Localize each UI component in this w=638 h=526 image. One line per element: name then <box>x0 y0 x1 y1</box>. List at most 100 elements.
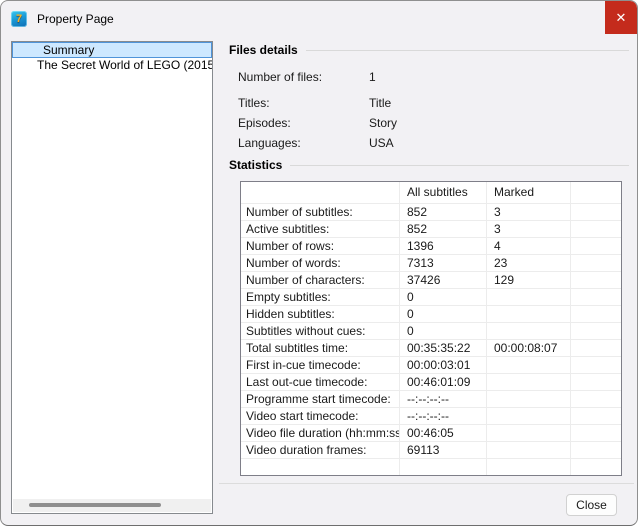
window-title: Property Page <box>37 12 114 26</box>
app-icon: 7 <box>11 11 27 27</box>
horizontal-scrollbar[interactable] <box>13 499 211 512</box>
stat-marked-value <box>486 305 570 322</box>
stat-all-subtitles-value: 00:35:35:22 <box>399 339 486 356</box>
stat-extra-cell <box>570 271 621 288</box>
stat-marked-value: 23 <box>486 254 570 271</box>
files-detail-label: Languages: <box>238 136 301 150</box>
stat-extra-cell <box>570 220 621 237</box>
stat-row-label: Active subtitles: <box>241 220 399 237</box>
stat-all-subtitles-value: 00:46:05 <box>399 424 486 441</box>
stat-marked-value <box>486 424 570 441</box>
stat-extra-cell <box>570 237 621 254</box>
files-detail-value: Story <box>369 113 397 133</box>
stat-extra-cell <box>570 322 621 339</box>
list-item[interactable]: The Secret World of LEGO (2015) EN <box>12 58 212 74</box>
files-detail-value: 1 <box>369 67 376 87</box>
stat-row-label: Video start timecode: <box>241 407 399 424</box>
stat-all-subtitles-value: 0 <box>399 288 486 305</box>
stat-all-subtitles-value: 00:00:03:01 <box>399 356 486 373</box>
property-page-dialog: 7 Property Page ✕ Summary The Secret Wor… <box>0 0 638 526</box>
statistics-rule <box>290 165 629 166</box>
stat-all-subtitles-value <box>399 458 486 475</box>
stat-marked-value: 00:00:08:07 <box>486 339 570 356</box>
stat-all-subtitles-value: --:--:--:-- <box>399 390 486 407</box>
stats-col-header-all-subtitles: All subtitles <box>399 182 486 203</box>
files-detail-label: Number of files: <box>238 70 322 84</box>
stat-row-label: Programme start timecode: <box>241 390 399 407</box>
files-details-heading: Files details <box>229 43 298 57</box>
stat-all-subtitles-value: 37426 <box>399 271 486 288</box>
stat-extra-cell <box>570 254 621 271</box>
stat-row-label: Empty subtitles: <box>241 288 399 305</box>
stat-row-label: Last out-cue timecode: <box>241 373 399 390</box>
stat-marked-value <box>486 458 570 475</box>
stat-marked-value <box>486 288 570 305</box>
stat-marked-value <box>486 441 570 458</box>
stat-marked-value <box>486 390 570 407</box>
footer-separator <box>219 483 634 484</box>
file-list[interactable]: Summary The Secret World of LEGO (2015) … <box>11 41 213 514</box>
close-icon: ✕ <box>616 11 627 24</box>
stat-extra-cell <box>570 339 621 356</box>
stats-col-header-marked: Marked <box>486 182 570 203</box>
stat-extra-cell <box>570 305 621 322</box>
files-detail-row: Titles: Title <box>238 93 628 113</box>
files-detail-label: Episodes: <box>238 116 291 130</box>
stat-marked-value <box>486 356 570 373</box>
stats-col-header-empty <box>241 182 399 203</box>
stat-all-subtitles-value: 00:46:01:09 <box>399 373 486 390</box>
stat-row-label: Number of characters: <box>241 271 399 288</box>
stat-all-subtitles-value: 852 <box>399 203 486 220</box>
list-item[interactable]: Summary <box>12 42 212 58</box>
titlebar-close-button[interactable]: ✕ <box>605 1 637 34</box>
list-item-label: Summary <box>43 43 94 57</box>
scrollbar-thumb[interactable] <box>29 503 161 507</box>
files-detail-row: Languages: USA <box>238 133 628 153</box>
app-icon-glyph: 7 <box>16 13 22 25</box>
statistics-table: All subtitles Marked Number of subtitles… <box>240 181 622 476</box>
stat-marked-value <box>486 407 570 424</box>
stat-extra-cell <box>570 407 621 424</box>
stat-marked-value <box>486 322 570 339</box>
files-detail-row: Episodes: Story <box>238 113 628 133</box>
files-details-rule <box>306 50 629 51</box>
files-detail-row: Number of files: 1 <box>238 67 628 87</box>
stat-extra-cell <box>570 458 621 475</box>
files-detail-value: Title <box>369 93 391 113</box>
files-details-rows: Number of files: 1 Titles: Title Episode… <box>238 67 628 153</box>
stat-row-label <box>241 458 399 475</box>
stat-all-subtitles-value: 7313 <box>399 254 486 271</box>
stat-marked-value: 129 <box>486 271 570 288</box>
stat-row-label: Number of words: <box>241 254 399 271</box>
statistics-heading: Statistics <box>229 158 282 172</box>
statistics-group-header: Statistics <box>229 158 631 172</box>
stat-row-label: Number of subtitles: <box>241 203 399 220</box>
stat-row-label: Video duration frames: <box>241 441 399 458</box>
files-details-group-header: Files details <box>229 43 631 57</box>
files-detail-label: Titles: <box>238 96 270 110</box>
stat-extra-cell <box>570 441 621 458</box>
stat-all-subtitles-value: 0 <box>399 305 486 322</box>
stat-all-subtitles-value: 852 <box>399 220 486 237</box>
titlebar: 7 Property Page ✕ <box>1 1 637 37</box>
stat-extra-cell <box>570 203 621 220</box>
stat-row-label: Subtitles without cues: <box>241 322 399 339</box>
stat-extra-cell <box>570 356 621 373</box>
list-item-label: The Secret World of LEGO (2015) EN <box>37 58 212 72</box>
stat-row-label: Hidden subtitles: <box>241 305 399 322</box>
stat-row-label: Total subtitles time: <box>241 339 399 356</box>
stat-all-subtitles-value: 0 <box>399 322 486 339</box>
close-button[interactable]: Close <box>566 494 617 516</box>
stat-marked-value <box>486 373 570 390</box>
stat-row-label: Video file duration (hh:mm:ss): <box>241 424 399 441</box>
stat-extra-cell <box>570 390 621 407</box>
stat-row-label: First in-cue timecode: <box>241 356 399 373</box>
stat-all-subtitles-value: 69113 <box>399 441 486 458</box>
stat-extra-cell <box>570 424 621 441</box>
stat-extra-cell <box>570 373 621 390</box>
stat-all-subtitles-value: --:--:--:-- <box>399 407 486 424</box>
stats-col-header-extra <box>570 182 621 203</box>
stat-all-subtitles-value: 1396 <box>399 237 486 254</box>
stat-marked-value: 3 <box>486 220 570 237</box>
stat-extra-cell <box>570 288 621 305</box>
